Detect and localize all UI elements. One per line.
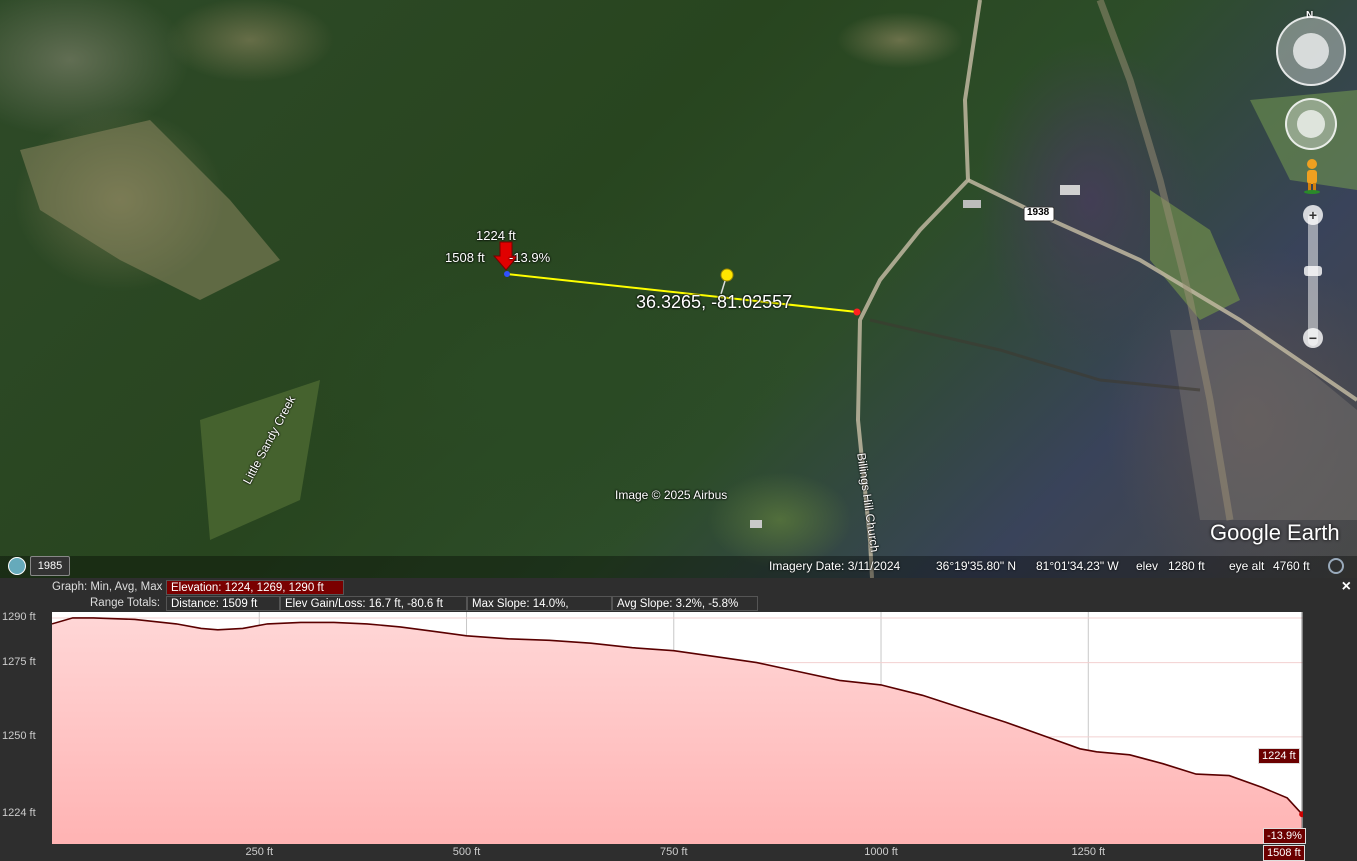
cursor-slope-tag: -13.9% xyxy=(1263,828,1306,844)
eye-icon[interactable] xyxy=(1293,33,1329,69)
placemark-coordinate-label[interactable]: 36.3265, -81.02557 xyxy=(636,292,792,313)
road-billings-hill xyxy=(855,0,982,578)
hand-icon[interactable] xyxy=(1297,110,1325,138)
path-start-point[interactable] xyxy=(504,271,510,277)
close-profile-button[interactable]: × xyxy=(1342,578,1351,596)
eye-alt-label: eye alt xyxy=(1229,559,1265,573)
building xyxy=(963,200,981,208)
cursor-distance-tag: 1508 ft xyxy=(1263,845,1305,861)
historical-year-badge[interactable]: 1985 xyxy=(30,556,70,576)
cursor-elevation-tag: 1224 ft xyxy=(1258,748,1300,764)
google-earth-logo: Google Earth xyxy=(1210,520,1340,545)
clearcut-patch xyxy=(1170,330,1357,520)
track xyxy=(869,318,1201,392)
zoom-slider-handle[interactable] xyxy=(1304,266,1322,276)
gain-loss-stat: Elev Gain/Loss: 16.7 ft, -80.6 ft xyxy=(280,596,467,611)
x-tick-label: 750 ft xyxy=(660,846,688,858)
max-slope-stat: Max Slope: 14.0%, -15.1% xyxy=(467,596,612,625)
pegman-icon[interactable] xyxy=(1303,158,1321,194)
path-end-point[interactable] xyxy=(853,308,861,316)
historical-imagery-icon[interactable] xyxy=(8,557,26,575)
building xyxy=(750,520,762,528)
x-tick-label: 500 ft xyxy=(452,846,481,858)
building xyxy=(1060,185,1080,195)
elevation-profile-chart[interactable] xyxy=(52,612,1303,844)
image-credit: Image © 2025 Airbus xyxy=(615,488,728,502)
latitude-readout: 36°19'35.80" N xyxy=(936,559,1017,573)
elevation-readout: 1280 ft xyxy=(1168,559,1205,573)
distance-stat: Distance: 1509 ft xyxy=(166,596,280,611)
graph-label: Graph: Min, Avg, Max xyxy=(52,581,163,593)
elevation-label: elev xyxy=(1136,559,1159,573)
map-view[interactable]: 1224 ft 1508 ft -13.9% 36.3265, -81.0255… xyxy=(0,0,1357,578)
zoom-slider[interactable] xyxy=(1308,212,1318,346)
path-start-slope: -13.9% xyxy=(509,250,551,265)
avg-slope-stat: Avg Slope: 3.2%, -5.8% xyxy=(612,596,758,611)
x-tick-label: 250 ft xyxy=(245,846,274,858)
x-tick-label: 1000 ft xyxy=(864,846,898,858)
range-totals-label: Range Totals: xyxy=(90,597,161,609)
field-patch xyxy=(20,120,280,300)
path-start-distance: 1508 ft xyxy=(445,250,485,265)
y-tick-label: 1224 ft xyxy=(2,807,36,820)
longitude-readout: 81°01'34.23" W xyxy=(1036,559,1119,573)
y-tick-label: 1275 ft xyxy=(2,655,36,668)
field-patch xyxy=(1150,190,1240,320)
pushpin-icon[interactable] xyxy=(720,268,734,295)
elevation-stats: Elevation: 1224, 1269, 1290 ft xyxy=(166,580,344,595)
x-tick-label: 1250 ft xyxy=(1071,846,1106,858)
eye-alt-readout: 4760 ft xyxy=(1273,559,1310,573)
path-start-elevation: 1224 ft xyxy=(476,228,516,243)
y-tick-label: 1290 ft xyxy=(2,610,36,623)
y-tick-label: 1250 ft xyxy=(2,729,36,742)
imagery-date: Imagery Date: 3/11/2024 xyxy=(769,559,901,573)
zoom-out-button[interactable]: − xyxy=(1303,328,1323,348)
streaming-indicator-icon xyxy=(1328,558,1344,574)
zoom-in-button[interactable]: + xyxy=(1303,205,1323,225)
look-control[interactable] xyxy=(1276,16,1346,86)
move-control[interactable] xyxy=(1285,98,1337,150)
route-shield-number: 1938 xyxy=(1027,207,1050,218)
